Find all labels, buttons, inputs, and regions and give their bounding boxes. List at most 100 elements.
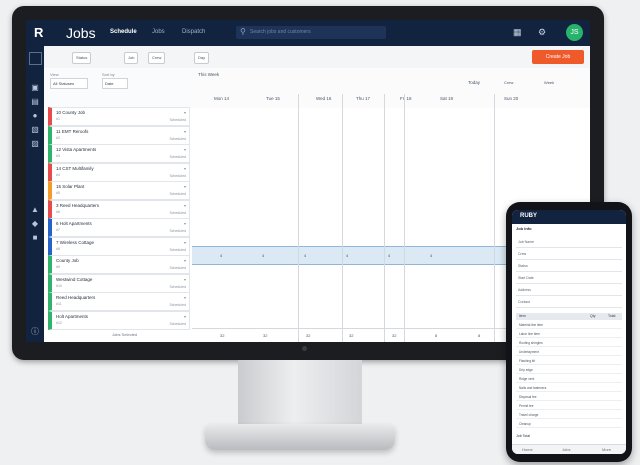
job-card-title: County Job <box>56 258 79 263</box>
truck-icon[interactable]: ▨ <box>30 140 40 148</box>
settings-icon[interactable]: ■ <box>30 234 40 242</box>
job-card-title: Westwind Cottage <box>56 276 93 282</box>
footer-hours: 32 <box>392 333 397 338</box>
grid-icon[interactable]: ▦ <box>513 27 522 38</box>
chevron-down-icon[interactable]: ▾ <box>184 203 186 208</box>
job-card[interactable]: 15 Solar Plant #5 Scheduled ▾ <box>48 181 190 200</box>
gear-icon[interactable]: ⚙ <box>538 27 546 38</box>
filter-chip-crew[interactable]: Crew <box>148 52 166 64</box>
filter-chip-day[interactable]: Day <box>194 52 210 64</box>
chevron-down-icon[interactable]: ▾ <box>184 277 186 282</box>
today-button[interactable]: Today <box>468 80 480 85</box>
job-card[interactable]: Reed Headquarters #11 Scheduled ▾ <box>48 292 190 311</box>
phone-table-row[interactable]: Drip edge <box>516 367 622 374</box>
chevron-down-icon[interactable]: ▾ <box>184 184 186 189</box>
search-icon: ⚲ <box>240 27 246 36</box>
date-range-label[interactable]: This Week <box>198 72 219 77</box>
phone-row-label: Ridge vent <box>519 377 535 381</box>
jobs-icon[interactable]: ▤ <box>30 98 40 106</box>
job-card-title: 14 CST Multifamily <box>56 165 94 171</box>
band-hours: 4 <box>262 253 265 258</box>
tab-jobs[interactable]: Jobs <box>152 29 165 35</box>
view-select[interactable]: Week <box>544 80 554 85</box>
phone-table-row[interactable]: Roofing shingles <box>516 340 622 347</box>
menu-toggle-icon[interactable] <box>29 52 42 65</box>
view-select[interactable]: All Statuses <box>50 78 88 89</box>
left-nav: ▣ ▤ ● ▧ ▨ ▲ ◆ ■ ⓘ <box>26 46 44 342</box>
job-card[interactable]: Westwind Cottage #10 Scheduled ▾ <box>48 273 190 293</box>
pin-icon[interactable]: ◆ <box>30 220 40 228</box>
phone-table-row[interactable]: Ridge vent <box>516 376 622 383</box>
info-icon[interactable]: ⓘ <box>30 328 40 336</box>
chevron-down-icon[interactable]: ▾ <box>184 258 186 263</box>
filter-chip-job[interactable]: Job <box>124 52 139 64</box>
phone-row-label: Nails and fasteners <box>519 386 547 390</box>
phone-row-label: Roofing shingles <box>519 341 543 345</box>
search-input[interactable]: ⚲ Search jobs and customers <box>236 26 386 39</box>
people-icon[interactable]: ● <box>30 112 40 120</box>
tab-dispatch[interactable]: Dispatch <box>182 29 205 35</box>
job-card[interactable]: Holt Apartments #12 Scheduled ▾ <box>48 310 190 330</box>
phone-col-total: Total <box>608 314 616 318</box>
monitor-stand <box>238 360 362 428</box>
phone-table-row[interactable]: Disposal fee <box>516 394 622 401</box>
job-card-status: Scheduled <box>169 321 186 326</box>
crew-toggle[interactable]: Crew <box>504 80 513 85</box>
folder-icon[interactable]: ▧ <box>30 126 40 134</box>
job-card[interactable]: 11 EMT Reroofs #2 Scheduled ▾ <box>48 125 190 145</box>
chevron-down-icon[interactable]: ▾ <box>184 240 186 245</box>
job-card[interactable]: 10 County Job #1 Scheduled ▾ <box>48 107 190 126</box>
chevron-down-icon[interactable]: ▾ <box>184 129 186 134</box>
chart-icon[interactable]: ▲ <box>30 206 40 214</box>
job-card-status: Scheduled <box>169 284 186 289</box>
phone-table-row[interactable]: Flashing kit <box>516 358 622 365</box>
phone-divider <box>516 259 622 260</box>
phone-table-row[interactable]: Nails and fasteners <box>516 385 622 392</box>
job-card-status: Scheduled <box>169 155 186 159</box>
create-job-button[interactable]: Create Job <box>532 50 584 64</box>
chevron-down-icon[interactable]: ▾ <box>184 147 186 152</box>
band-hours: 4 <box>220 253 223 258</box>
job-card[interactable]: 6 Holt Apartments #7 Scheduled ▾ <box>48 218 190 237</box>
phone-field-label: Status <box>518 264 528 268</box>
chevron-down-icon[interactable]: ▾ <box>184 295 186 300</box>
job-card-number: #11 <box>56 302 62 306</box>
chevron-down-icon[interactable]: ▾ <box>184 110 186 115</box>
calendar-icon[interactable]: ▣ <box>30 84 40 92</box>
tab-schedule[interactable]: Schedule <box>110 29 137 35</box>
sort-select[interactable]: Date <box>102 78 128 89</box>
job-card-status: Scheduled <box>169 118 186 122</box>
phone-table-row[interactable]: Cleanup <box>516 421 622 428</box>
phone-row-label: Permit fee <box>519 404 534 408</box>
chevron-down-icon[interactable]: ▾ <box>184 221 186 226</box>
phone-table-row[interactable]: Underlayment <box>516 349 622 356</box>
job-card-title: 3 Reed Headquarters <box>56 202 100 208</box>
chevron-down-icon[interactable]: ▾ <box>184 314 186 319</box>
job-card-number: #4 <box>56 172 60 177</box>
phone-nav-home[interactable]: Home <box>522 447 533 452</box>
phone-table-row[interactable]: Travel charge <box>516 412 622 419</box>
job-card[interactable]: 12 Vista Apartments #3 Scheduled ▾ <box>48 144 190 163</box>
job-card[interactable]: 14 CST Multifamily #4 Scheduled ▾ <box>48 162 190 182</box>
sort-label: Sort by <box>102 72 115 77</box>
job-card-title: Reed Headquarters <box>56 295 96 300</box>
job-card[interactable]: County Job #9 Scheduled ▾ <box>48 255 190 274</box>
day-header: Sun 20 <box>504 96 519 101</box>
job-card-number: #5 <box>56 191 60 195</box>
phone-table-row[interactable]: Material line item <box>516 322 622 329</box>
phone-table-row[interactable]: Labor line item <box>516 331 622 338</box>
avatar[interactable]: JS <box>566 24 583 41</box>
phone-row-label: Disposal fee <box>519 395 537 399</box>
filter-chip-status[interactable]: Status <box>72 52 92 64</box>
phone-table-row[interactable]: Permit fee <box>516 403 622 410</box>
chevron-down-icon[interactable]: ▾ <box>184 166 186 171</box>
phone-nav-jobs[interactable]: Jobs <box>562 447 570 452</box>
phone-field-label: Address <box>518 288 531 292</box>
job-card[interactable]: 7 Wireless Cottage #8 Scheduled ▾ <box>48 236 190 256</box>
job-card[interactable]: 3 Reed Headquarters #6 Scheduled ▾ <box>48 199 190 219</box>
phone-nav-more[interactable]: More <box>602 447 611 452</box>
job-card-title: 7 Wireless Cottage <box>56 239 95 245</box>
band-hours: 4 <box>388 253 391 258</box>
phone-row-label: Labor line item <box>519 332 540 336</box>
phone-field-label: Contact <box>518 300 531 304</box>
